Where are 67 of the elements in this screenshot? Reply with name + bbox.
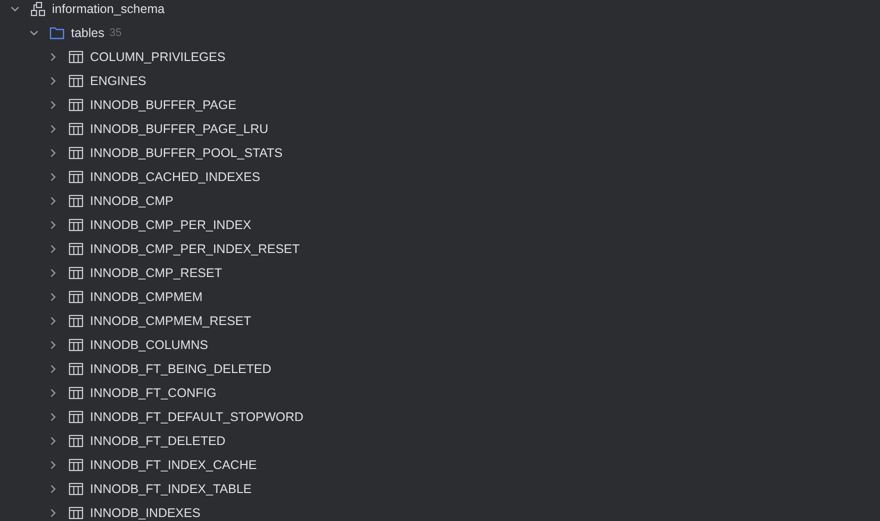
tree-item-label[interactable]: INNODB_BUFFER_PAGE — [90, 98, 236, 112]
tree-item-label[interactable]: tables — [71, 26, 104, 40]
tree-item-label[interactable]: INNODB_CMP_RESET — [90, 266, 222, 280]
table-icon — [68, 217, 84, 233]
table-icon — [68, 145, 84, 161]
table-icon — [68, 337, 84, 353]
item-count: 35 — [109, 27, 122, 39]
table-icon — [68, 97, 84, 113]
table-icon — [68, 121, 84, 137]
tree-item-label[interactable]: INNODB_FT_BEING_DELETED — [90, 362, 272, 376]
table-icon — [68, 385, 84, 401]
tree-item-label[interactable]: INNODB_FT_DELETED — [90, 434, 226, 448]
chevron-down-icon[interactable] — [10, 4, 20, 14]
table-icon — [68, 433, 84, 449]
tree-item-label[interactable]: COLUMN_PRIVILEGES — [90, 50, 226, 64]
chevron-right-icon[interactable] — [48, 292, 58, 302]
tree-item-label[interactable]: INNODB_CMPMEM — [90, 290, 203, 304]
table-icon — [68, 457, 84, 473]
chevron-right-icon[interactable] — [48, 508, 58, 518]
chevron-right-icon[interactable] — [48, 268, 58, 278]
tree-item-label[interactable]: INNODB_CMP — [90, 194, 174, 208]
table-icon — [68, 505, 84, 521]
table-icon — [68, 313, 84, 329]
table-icon — [68, 481, 84, 497]
chevron-right-icon[interactable] — [48, 412, 58, 422]
tree-item-label[interactable]: INNODB_FT_INDEX_TABLE — [90, 482, 252, 496]
chevron-right-icon[interactable] — [48, 364, 58, 374]
chevron-right-icon[interactable] — [48, 340, 58, 350]
chevron-right-icon[interactable] — [48, 316, 58, 326]
tree-item-label[interactable]: INNODB_CMPMEM_RESET — [90, 314, 252, 328]
chevron-right-icon[interactable] — [48, 460, 58, 470]
tree-item-label[interactable]: information_schema — [52, 2, 165, 16]
tree-item-label[interactable]: INNODB_BUFFER_PAGE_LRU — [90, 122, 268, 136]
chevron-right-icon[interactable] — [48, 244, 58, 254]
table-icon — [68, 265, 84, 281]
chevron-right-icon[interactable] — [48, 76, 58, 86]
table-icon — [68, 169, 84, 185]
table-icon — [68, 361, 84, 377]
tree-item-label[interactable]: ENGINES — [90, 74, 146, 88]
table-icon — [68, 289, 84, 305]
schema-icon — [30, 1, 46, 17]
table-icon — [68, 241, 84, 257]
table-icon — [68, 73, 84, 89]
chevron-right-icon[interactable] — [48, 388, 58, 398]
tree-item-label[interactable]: INNODB_FT_DEFAULT_STOPWORD — [90, 410, 304, 424]
chevron-right-icon[interactable] — [48, 196, 58, 206]
chevron-right-icon[interactable] — [48, 484, 58, 494]
tree-item-label[interactable]: INNODB_CACHED_INDEXES — [90, 170, 260, 184]
tree-item-label[interactable]: INNODB_BUFFER_POOL_STATS — [90, 146, 283, 160]
tree-item-label[interactable]: INNODB_CMP_PER_INDEX_RESET — [90, 242, 300, 256]
chevron-right-icon[interactable] — [48, 124, 58, 134]
table-icon — [68, 49, 84, 65]
tree-item-label[interactable]: INNODB_COLUMNS — [90, 338, 208, 352]
chevron-right-icon[interactable] — [48, 436, 58, 446]
tree-item-label[interactable]: INNODB_FT_CONFIG — [90, 386, 216, 400]
folder-icon — [49, 25, 65, 41]
table-icon — [68, 409, 84, 425]
chevron-right-icon[interactable] — [48, 148, 58, 158]
chevron-down-icon[interactable] — [29, 28, 39, 38]
table-icon — [68, 193, 84, 209]
chevron-right-icon[interactable] — [48, 220, 58, 230]
chevron-right-icon[interactable] — [48, 172, 58, 182]
tree-item-label[interactable]: INNODB_FT_INDEX_CACHE — [90, 458, 257, 472]
tree-item-label[interactable]: INNODB_INDEXES — [90, 506, 200, 520]
chevron-right-icon[interactable] — [48, 52, 58, 62]
tree-item-label[interactable]: INNODB_CMP_PER_INDEX — [90, 218, 252, 232]
chevron-right-icon[interactable] — [48, 100, 58, 110]
